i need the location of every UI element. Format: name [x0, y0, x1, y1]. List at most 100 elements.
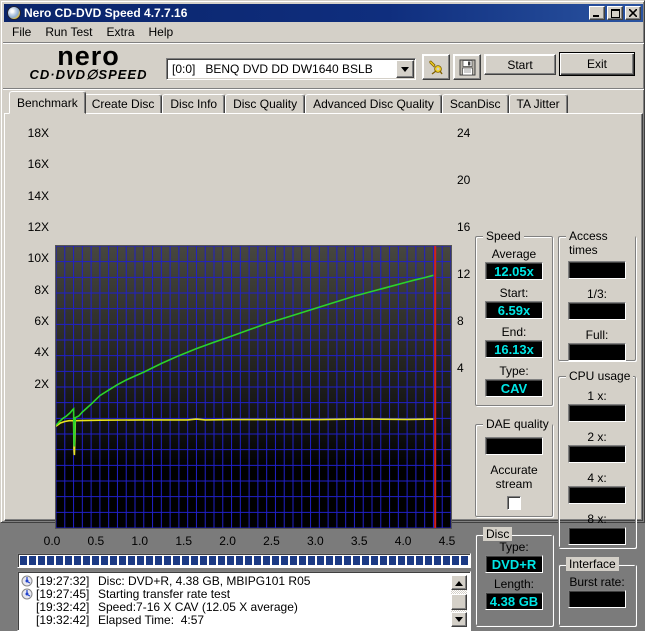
disc-value: DVD+R [485, 555, 543, 573]
log-scrollbar[interactable] [451, 575, 467, 627]
accurate-stream-label: Accurate stream [490, 463, 538, 491]
dae-quality-value [485, 437, 543, 455]
minimize-button[interactable] [589, 6, 605, 20]
interface-row: Burst rate: [568, 576, 626, 608]
arrow-up-icon [455, 577, 463, 586]
speed-label: Start: [499, 286, 529, 300]
disc-row: Length: 4.38 GB [485, 578, 543, 610]
dae-quality-panel: DAE quality Accurate stream [475, 417, 553, 517]
access-time-label: Full: [585, 328, 609, 342]
access-time-value [568, 302, 626, 320]
start-button[interactable]: Start [484, 54, 556, 75]
access-time-value [568, 343, 626, 361]
menu-bar: File Run Test Extra Help [5, 23, 635, 41]
disc-row: Type: DVD+R [485, 541, 543, 573]
disc-log-icon [21, 575, 34, 587]
title-bar: Nero CD-DVD Speed 4.7.7.16 [4, 4, 643, 22]
maximize-button[interactable] [607, 6, 623, 20]
options-button[interactable] [422, 54, 450, 80]
log-timestamp: [19:27:45] [36, 586, 90, 601]
scroll-up-button[interactable] [451, 575, 467, 590]
chart-x-tick: 2.5 [263, 534, 280, 548]
menu-item-file[interactable]: File [5, 24, 38, 40]
disc-value: 4.38 GB [485, 592, 543, 610]
cpu-usage-row: 4 x: [568, 472, 626, 504]
menu-item-help[interactable]: Help [142, 24, 181, 40]
cd-dvd-speed-logo-text: CD·DVD∅SPEED [29, 67, 148, 82]
tab-disc-info[interactable]: Disc Info [162, 94, 226, 114]
chart-left-tick: 2X [34, 376, 49, 391]
chart-x-tick: 2.0 [219, 534, 236, 548]
interface-value [568, 590, 626, 608]
chart-left-tick: 12X [27, 220, 49, 234]
chart-x-tick: 3.0 [306, 534, 324, 548]
speed-row: Average 12.05x [485, 248, 543, 280]
save-button[interactable] [453, 54, 481, 80]
progress-bar [17, 553, 471, 568]
chart-x-tick: 1.0 [131, 534, 149, 548]
chart-x-tick: 3.5 [350, 534, 368, 548]
access-time-value [568, 261, 626, 279]
tab-scandisc[interactable]: ScanDisc [441, 94, 509, 114]
speed-row: End: 16.13x [485, 326, 543, 358]
menu-item-extra[interactable]: Extra [99, 24, 141, 40]
nero-logo: nero CD·DVD∅SPEED [11, 43, 166, 85]
accurate-stream-checkbox[interactable] [507, 496, 521, 510]
access-time-row: Full: [568, 329, 626, 361]
log-timestamp: [19:32:42] [36, 599, 90, 614]
cpu-usage-label: 8 x: [587, 512, 607, 526]
app-window: Nero CD-DVD Speed 4.7.7.16 File Run Test E… [0, 0, 645, 631]
app-icon [7, 6, 21, 20]
log-line: [19:27:45] Starting transfer rate test [21, 586, 468, 601]
log-line: [19:32:42] Speed:7-16 X CAV (12.05 X aver… [21, 599, 468, 614]
cpu-usage-value [568, 486, 626, 504]
disc-panel-title: Disc [483, 527, 513, 541]
drive-selector-dropdown-button[interactable] [396, 60, 414, 78]
log-timestamp: [19:32:42] [36, 612, 90, 627]
speed-value: 6.59x [485, 301, 543, 319]
tab-benchmark[interactable]: Benchmark [9, 91, 86, 114]
chart-x-tick: 0.5 [87, 534, 105, 548]
interface-label: Burst rate: [569, 575, 625, 589]
divider [3, 88, 644, 90]
log-message: Starting transfer rate test [98, 586, 231, 601]
disc-label: Length: [493, 577, 535, 591]
chart-right-tick: 20 [457, 173, 471, 187]
cpu-usage-value [568, 527, 626, 545]
benchmark-tab-panel: 18X 16X 14X 12X 10X 8X 6X 4X 2X 24 20 16 12 8 4 0.0 0.… [4, 113, 643, 631]
cpu-usage-row: 8 x: [568, 513, 626, 545]
cpu-usage-panel-title: CPU usage [566, 369, 634, 383]
dae-quality-panel-title: DAE quality [483, 417, 552, 431]
interface-panel-title: Interface [566, 557, 619, 571]
chart-left-tick: 4X [34, 345, 49, 360]
speed-value: 12.05x [485, 262, 543, 280]
tab-create-disc[interactable]: Create Disc [83, 94, 163, 114]
drive-selector[interactable]: [0:0] BENQ DVD DD DW1640 BSLB [166, 58, 416, 80]
save-icon [459, 59, 475, 75]
scroll-down-button[interactable] [451, 612, 467, 627]
cpu-usage-label: 2 x: [587, 430, 607, 444]
exit-button[interactable]: Exit [559, 52, 635, 76]
title-bar-buttons [589, 6, 641, 20]
log-timestamp: [19:27:32] [36, 573, 90, 588]
cpu-usage-value [568, 445, 626, 463]
chevron-down-icon [401, 66, 409, 76]
tab-disc-quality[interactable]: Disc Quality [225, 94, 306, 114]
transfer-rate-chart [55, 245, 452, 529]
access-times-panel: Access times Random:1/3:Full: [558, 229, 636, 361]
close-button[interactable] [625, 6, 641, 20]
tab-strip: Benchmark Create Disc Disc Info Disc Qualit… [9, 91, 639, 114]
disc-log-icon [21, 588, 34, 600]
tab-advanced-disc-quality[interactable]: Advanced Disc Quality [305, 94, 442, 114]
disc-label: Type: [499, 540, 529, 554]
start-button-label: Start [507, 57, 533, 72]
progress-bar-fill [20, 556, 468, 565]
tools-icon [429, 60, 443, 75]
scrollbar-thumb[interactable] [451, 594, 467, 610]
chart-left-tick: 18X [27, 126, 49, 140]
tab-ta-jitter[interactable]: TA Jitter [508, 94, 568, 114]
menu-item-run-test[interactable]: Run Test [38, 24, 99, 40]
speed-value: 16.13x [485, 340, 543, 358]
access-time-label: 1/3: [586, 287, 607, 301]
chart-left-tick: 6X [34, 314, 49, 328]
